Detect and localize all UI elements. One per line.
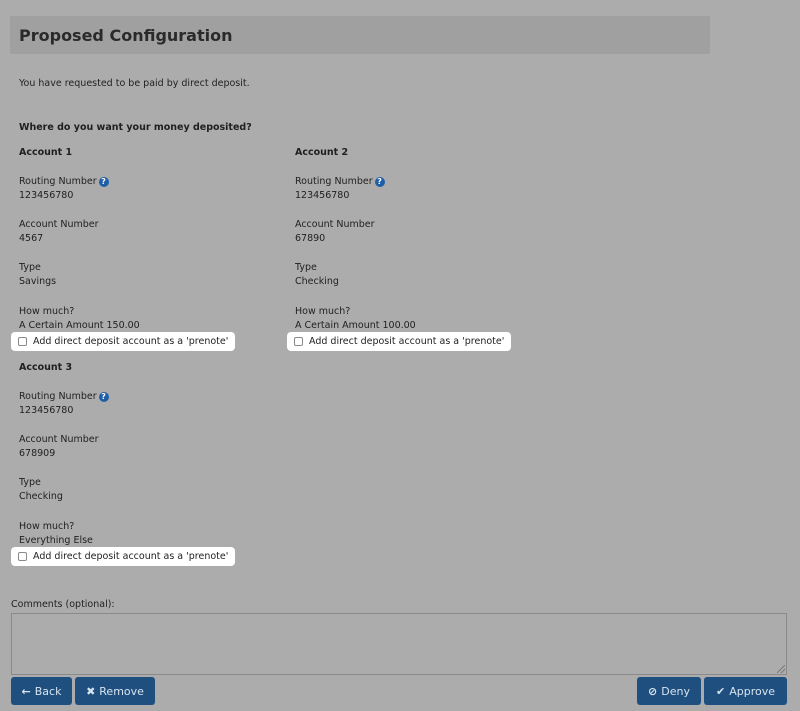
prenote-checkbox-row[interactable]: Add direct deposit account as a 'prenote…	[11, 332, 236, 351]
how-much-field: How much? A Certain Amount 150.00	[19, 305, 140, 333]
how-much-value: Everything Else	[19, 535, 93, 546]
prenote-checkbox[interactable]	[18, 552, 27, 561]
prenote-checkbox[interactable]	[18, 337, 27, 346]
prenote-label[interactable]: Add direct deposit account as a 'prenote…	[309, 336, 504, 347]
routing-number-field: Routing Number? 123456780	[295, 175, 385, 203]
account-title: Account 2	[295, 147, 349, 158]
type-field: Type Checking	[295, 261, 339, 289]
how-much-value: A Certain Amount 150.00	[19, 320, 140, 331]
account-title: Account 1	[19, 147, 73, 158]
ban-icon: ⊘	[648, 684, 658, 698]
type-field: Type Checking	[19, 476, 63, 504]
account-number-label: Account Number	[295, 219, 375, 230]
routing-number-value: 123456780	[19, 190, 74, 201]
resize-grip-icon[interactable]	[777, 665, 785, 673]
deny-button-label: Deny	[661, 684, 690, 698]
account-number-label: Account Number	[19, 434, 99, 445]
intro-text: You have requested to be paid by direct …	[19, 78, 250, 89]
type-value: Savings	[19, 276, 57, 287]
type-label: Type	[295, 262, 317, 273]
question-circle-icon[interactable]: ?	[98, 176, 109, 187]
routing-number-field: Routing Number? 123456780	[19, 390, 109, 418]
arrow-left-icon: ←	[21, 684, 31, 698]
approve-button-label: Approve	[729, 684, 775, 698]
comments-textarea[interactable]	[11, 613, 787, 675]
question-circle-icon[interactable]: ?	[374, 176, 385, 187]
page-header: Proposed Configuration	[10, 16, 710, 54]
how-much-label: How much?	[295, 306, 351, 317]
prenote-label[interactable]: Add direct deposit account as a 'prenote…	[33, 551, 228, 562]
routing-number-label: Routing Number	[19, 176, 97, 187]
back-button[interactable]: ← Back	[11, 677, 72, 705]
type-field: Type Savings	[19, 261, 56, 289]
account-number-field: Account Number 678909	[19, 433, 99, 461]
type-value: Checking	[295, 276, 339, 287]
how-much-field: How much? A Certain Amount 100.00	[295, 305, 416, 333]
routing-number-value: 123456780	[295, 190, 350, 201]
account-1: Account 1 Routing Number? 123456780 Acco…	[11, 145, 289, 355]
check-icon: ✔	[716, 684, 726, 698]
account-3: Account 3 Routing Number? 123456780 Acco…	[11, 360, 289, 570]
how-much-label: How much?	[19, 306, 75, 317]
prenote-checkbox[interactable]	[294, 337, 303, 346]
remove-button-label: Remove	[99, 684, 144, 698]
routing-number-label: Routing Number	[295, 176, 373, 187]
x-icon: ✖	[86, 684, 96, 698]
account-number-field: Account Number 4567	[19, 218, 99, 246]
type-value: Checking	[19, 491, 63, 502]
page-title: Proposed Configuration	[19, 25, 233, 45]
approve-button[interactable]: ✔ Approve	[704, 677, 787, 705]
how-much-label: How much?	[19, 521, 75, 532]
routing-number-value: 123456780	[19, 405, 74, 416]
how-much-value: A Certain Amount 100.00	[295, 320, 416, 331]
prenote-checkbox-row[interactable]: Add direct deposit account as a 'prenote…	[287, 332, 512, 351]
remove-button[interactable]: ✖ Remove	[75, 677, 155, 705]
question-circle-icon[interactable]: ?	[98, 391, 109, 402]
prenote-label[interactable]: Add direct deposit account as a 'prenote…	[33, 336, 228, 347]
type-label: Type	[19, 477, 41, 488]
type-label: Type	[19, 262, 41, 273]
account-number-value: 67890	[295, 233, 326, 244]
account-number-value: 678909	[19, 448, 56, 459]
comments-label: Comments (optional):	[11, 599, 115, 610]
account-number-value: 4567	[19, 233, 44, 244]
account-2: Account 2 Routing Number? 123456780 Acco…	[287, 145, 565, 355]
prenote-checkbox-row[interactable]: Add direct deposit account as a 'prenote…	[11, 547, 236, 566]
back-button-label: Back	[34, 684, 62, 698]
routing-number-field: Routing Number? 123456780	[19, 175, 109, 203]
account-number-field: Account Number 67890	[295, 218, 375, 246]
account-title: Account 3	[19, 362, 73, 373]
deposit-question: Where do you want your money deposited?	[19, 122, 252, 133]
routing-number-label: Routing Number	[19, 391, 97, 402]
how-much-field: How much? Everything Else	[19, 520, 93, 548]
deny-button[interactable]: ⊘ Deny	[637, 677, 701, 705]
account-number-label: Account Number	[19, 219, 99, 230]
